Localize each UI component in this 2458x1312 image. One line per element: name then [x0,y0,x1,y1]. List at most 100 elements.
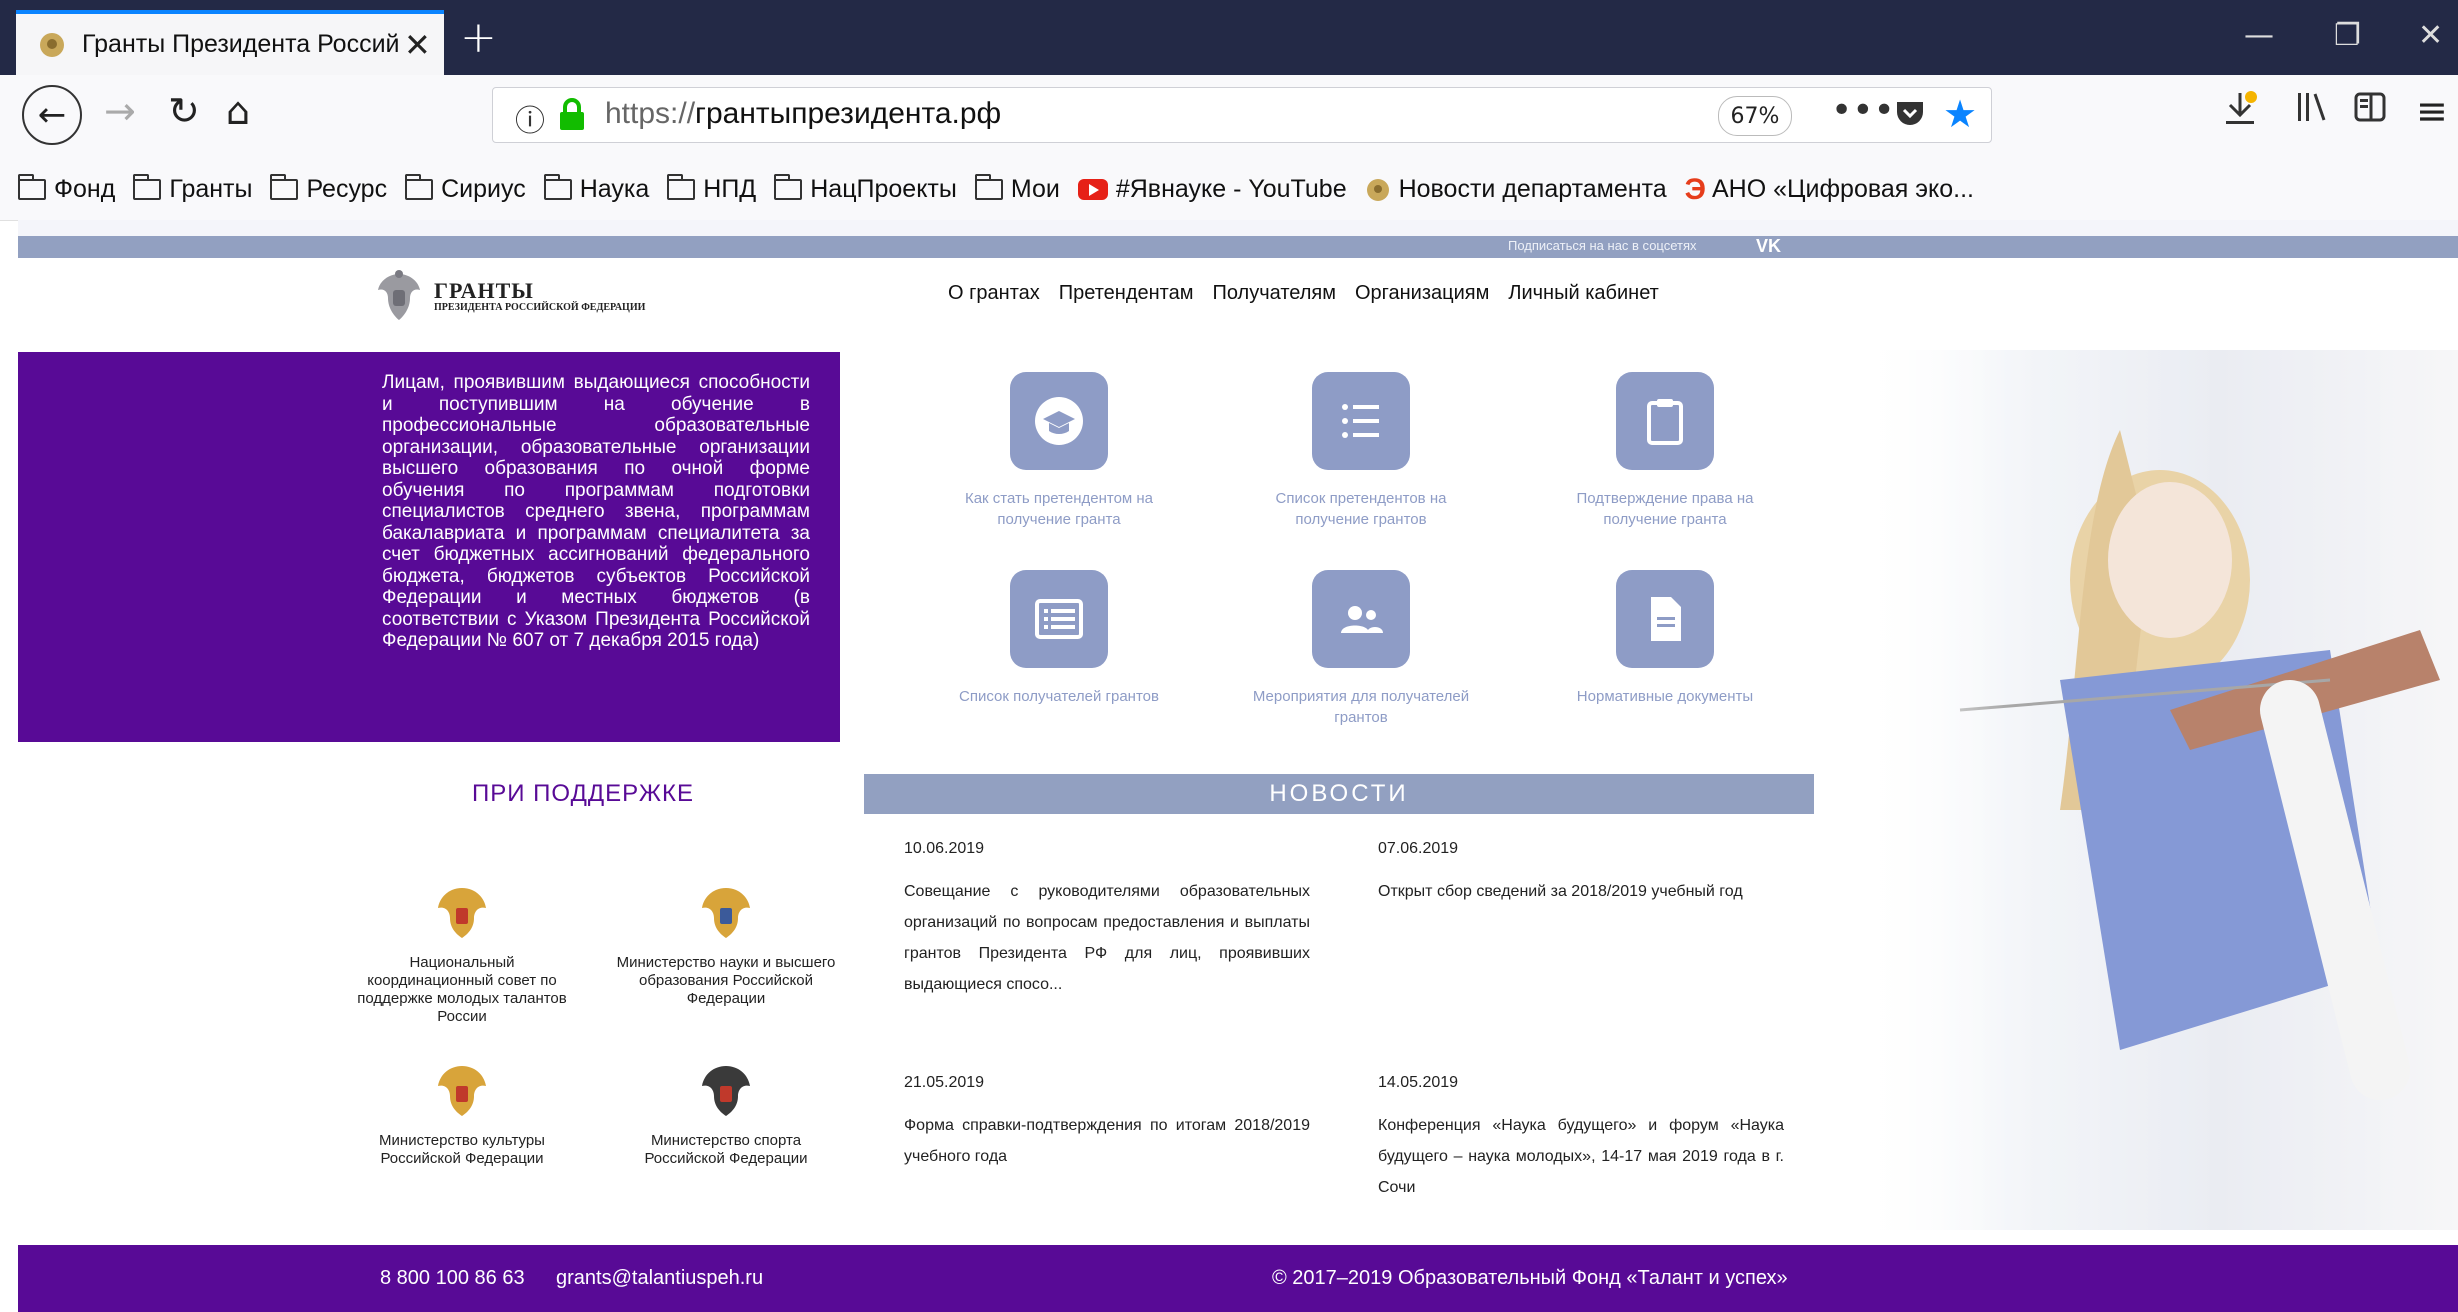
url-text[interactable]: https://грантыпрезидента.рф [605,97,1001,131]
bookmark-novosti[interactable]: Новости департамента [1365,175,1667,204]
news-date: 07.06.2019 [1378,840,1459,857]
news-date: 14.05.2019 [1378,1074,1459,1091]
nav-personal-account[interactable]: Личный кабинет [1508,282,1658,305]
window-close-icon[interactable]: ✕ [2418,18,2443,53]
bookmark-resurs[interactable]: Ресурс [270,174,387,204]
main-nav: О грантах Претендентам Получателям Орган… [948,282,1678,305]
folder-icon [270,174,299,200]
close-icon[interactable]: ✕ [404,26,431,64]
vk-icon[interactable]: VK [1756,236,1781,257]
footer-copyright: © 2017–2019 Образовательный Фонд «Талант… [1272,1267,1788,1289]
pocket-icon[interactable] [1893,96,1927,130]
news-text[interactable]: Конференция «Наука будущего» и форум «На… [1378,1110,1784,1203]
emblem-icon [1365,177,1391,203]
news-text[interactable]: Форма справки-подтверждения по итогам 20… [904,1110,1310,1172]
bookmark-nauka[interactable]: Наука [543,174,649,204]
org-ministry-sport[interactable]: Министерство спорта Российской Федерации [616,1060,836,1168]
tab-title: Гранты Президента Российск [82,30,400,58]
bookmark-star-icon[interactable]: ★ [1943,92,1977,136]
site-logo[interactable]: ГРАНТЫ ПРЕЗИДЕНТА РОССИЙСКОЙ ФЕДЕРАЦИИ [376,268,645,324]
org-national-council[interactable]: Национальный координационный совет по по… [352,882,572,1026]
folder-icon [133,174,162,200]
site-footer: 8 800 100 86 63 grants@talantiuspeh.ru ©… [18,1245,2458,1312]
tile-how-to-apply[interactable]: Как стать претендентом на получение гран… [944,372,1174,530]
graduation-cap-icon [1010,372,1108,470]
nav-organizations[interactable]: Организациям [1355,282,1489,305]
clipboard-icon [1616,372,1714,470]
footer-phone[interactable]: 8 800 100 86 63 [380,1267,525,1290]
back-arrow-icon[interactable]: ← [22,85,82,145]
folder-icon [667,174,696,200]
tile-normative-docs[interactable]: Нормативные документы [1550,570,1780,707]
emblem-icon [36,29,68,61]
coat-of-arms-icon [696,1060,756,1120]
bookmark-npd[interactable]: НПД [667,174,756,204]
sidebar-icon[interactable] [2352,89,2388,134]
social-strip: Подписаться на нас в соцсетях VK [18,236,2458,258]
org-ministry-science[interactable]: Министерство науки и высшего образования… [616,882,836,1008]
news-text[interactable]: Совещание с руководителями образовательн… [904,876,1310,1000]
zoom-level-badge[interactable]: 67% [1718,96,1792,136]
news-text[interactable]: Открыт сбор сведений за 2018/2019 учебны… [1378,876,1784,907]
tile-applicants-list[interactable]: Список претендентов на получение грантов [1246,372,1476,530]
coat-of-arms-icon [376,268,422,324]
info-icon[interactable]: ⓘ [515,96,545,140]
downloads-icon[interactable] [2222,89,2258,136]
document-icon [1616,570,1714,668]
top-strip [18,220,2458,236]
news-date: 21.05.2019 [904,1074,985,1091]
bookmark-granty[interactable]: Гранты [133,174,252,204]
reload-icon[interactable]: ↻ [168,89,200,133]
url-bar[interactable]: ⓘ https://грантыпрезидента.рф 67% ••• ★ [492,87,1992,143]
news-header: НОВОСТИ [864,774,1814,814]
minimize-icon[interactable]: — [2244,18,2274,53]
folder-icon [774,174,803,200]
tab-bar: Гранты Президента Российск ✕ + — ❐ ✕ [0,0,2458,75]
bookmark-moi[interactable]: Мои [974,174,1060,204]
org-ministry-culture[interactable]: Министерство культуры Российской Федерац… [352,1060,572,1168]
page-actions-icon[interactable]: ••• [1831,90,1895,131]
news-item[interactable]: 21.05.2019 Форма справки-подтверждения п… [904,1074,1310,1172]
bookmark-fond[interactable]: Фонд [18,174,115,204]
youtube-icon [1077,179,1108,200]
bookmark-ano[interactable]: Э АНО «Цифровая эко... [1685,173,1974,207]
tile-confirmation[interactable]: Подтверждение права на получение гранта [1550,372,1780,530]
tile-recipients-list[interactable]: Список получателей грантов [944,570,1174,707]
nav-about-grants[interactable]: О грантах [948,282,1040,305]
forward-arrow-icon[interactable]: → [104,89,136,133]
new-tab-button[interactable]: + [460,12,497,63]
social-subscribe-text: Подписаться на нас в соцсетях [1508,238,1697,253]
tile-events[interactable]: Мероприятия для получателей грантов [1246,570,1476,728]
menu-icon[interactable]: ≡ [2416,89,2448,133]
bookmarks-toolbar: Фонд Гранты Ресурс Сириус Наука НПД НацП… [0,159,2458,221]
coat-of-arms-icon [696,882,756,942]
folder-icon [405,174,434,200]
logo-subtitle: ПРЕЗИДЕНТА РОССИЙСКОЙ ФЕДЕРАЦИИ [434,301,646,313]
news-item[interactable]: 14.05.2019 Конференция «Наука будущего» … [1378,1074,1784,1203]
bookmark-youtube[interactable]: #Явнауке - YouTube [1077,175,1347,204]
web-page: Подписаться на нас в соцсетях VK ГРАНТЫ … [18,220,2458,1312]
library-icon[interactable] [2294,89,2330,134]
coat-of-arms-icon [432,882,492,942]
nav-recipients[interactable]: Получателям [1212,282,1335,305]
bookmark-sirius[interactable]: Сириус [405,174,526,204]
support-title: ПРИ ПОДДЕРЖКЕ [472,780,694,807]
promo-banner: Лицам, проявившим выдающиеся способности… [18,352,840,742]
folder-icon [974,174,1003,200]
news-item[interactable]: 10.06.2019 Совещание с руководителями об… [904,840,1310,1000]
lock-icon[interactable] [557,98,587,132]
bookmark-natsproekty[interactable]: НацПроекты [774,174,957,204]
footer-email[interactable]: grants@talantiuspeh.ru [556,1267,763,1290]
folder-icon [18,174,46,200]
news-item[interactable]: 07.06.2019 Открыт сбор сведений за 2018/… [1378,840,1784,907]
violinist-photo [1860,350,2458,1230]
ek-icon: Э [1684,172,1706,206]
navigation-toolbar: ← → ↻ ⌂ ⓘ https://грантыпрезидента.рф 67… [0,75,2458,160]
logo-title: ГРАНТЫ [434,277,534,303]
browser-tab[interactable]: Гранты Президента Российск ✕ [16,10,444,75]
restore-icon[interactable]: ❐ [2334,18,2361,53]
home-icon[interactable]: ⌂ [226,89,250,133]
nav-applicants[interactable]: Претендентам [1059,282,1194,305]
people-icon [1312,570,1410,668]
coat-of-arms-icon [432,1060,492,1120]
